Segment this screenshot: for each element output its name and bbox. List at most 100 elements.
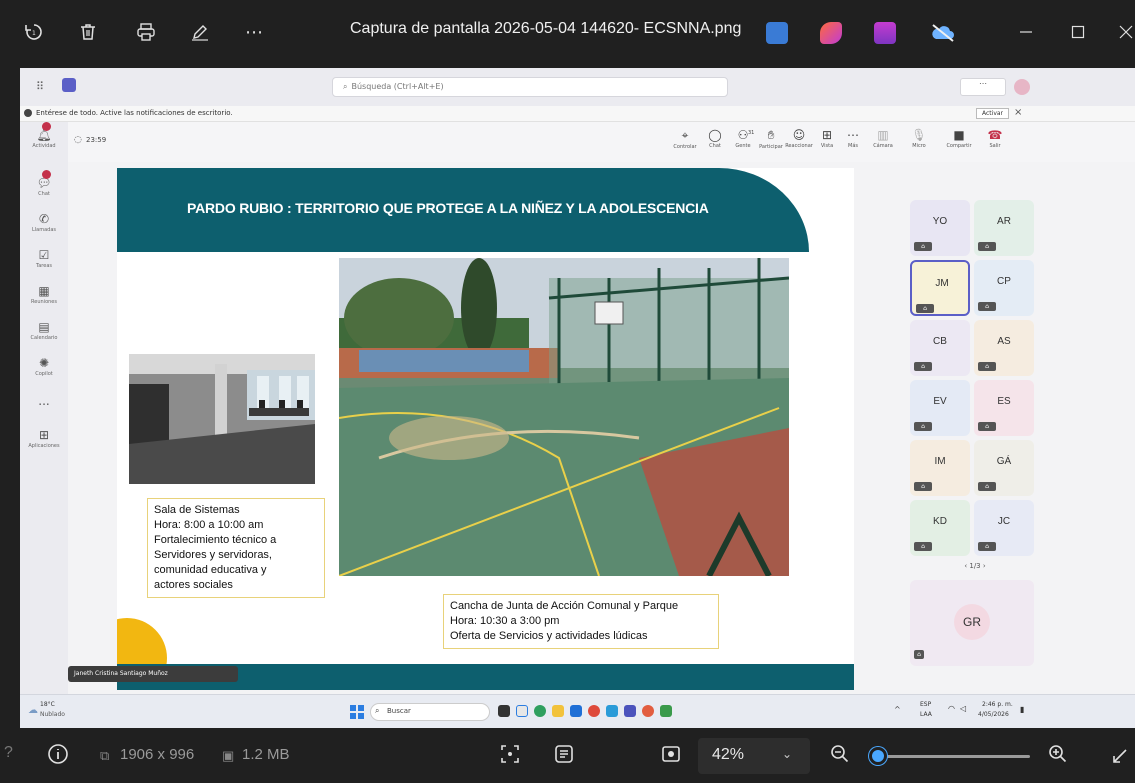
chevron-down-icon: ⌄	[782, 747, 793, 761]
app-icon-paint[interactable]	[766, 22, 788, 44]
sidebar-item-apps[interactable]: ⊞ Aplicaciones	[20, 428, 68, 449]
avatar[interactable]	[1014, 79, 1030, 95]
camera-button[interactable]: ▥ Cámara	[868, 128, 898, 149]
people-button[interactable]: ⚇ 31 Gente	[728, 128, 758, 149]
minimize-icon[interactable]	[1012, 18, 1040, 46]
close-icon[interactable]	[1116, 18, 1135, 46]
chevron-up-icon[interactable]: ^	[894, 705, 901, 714]
react-button[interactable]: ☺ Reaccionar	[784, 128, 814, 149]
edge-icon[interactable]	[534, 705, 546, 717]
participant-tile[interactable]: EV ⌂	[910, 380, 970, 436]
sports-court-photo	[339, 258, 789, 576]
participant-tile[interactable]: KD ⌂	[910, 500, 970, 556]
more-options-icon[interactable]: ⋯	[240, 18, 268, 46]
app-icon-clipchamp[interactable]	[874, 22, 896, 44]
copilot-icon[interactable]	[516, 705, 528, 717]
close-notification-icon[interactable]: ×	[1014, 107, 1022, 118]
chrome-icon[interactable]	[588, 705, 600, 717]
edit-icon[interactable]	[186, 18, 214, 46]
participant-tile[interactable]: AR ⌂	[974, 200, 1034, 256]
meeting-toolbar: ◌ 23:59 ⌖ Controlar ◯ Chat ⚇ 31 Gente ✋︎ Part…	[68, 122, 1135, 162]
zoom-in-icon[interactable]	[1046, 742, 1070, 766]
photos-icon[interactable]	[606, 705, 618, 717]
zoom-slider-thumb[interactable]	[869, 747, 887, 765]
participant-tile[interactable]: CP ⌂	[974, 260, 1034, 316]
participant-tile[interactable]: JC ⌂	[974, 500, 1034, 556]
zoom-level-dropdown[interactable]: 42% ⌄	[698, 738, 810, 774]
cloud-offline-icon[interactable]	[930, 22, 956, 44]
maximize-icon[interactable]	[1064, 18, 1092, 46]
rotate-icon[interactable]: 1	[20, 18, 48, 46]
teams-search-input[interactable]: ⌕ Búsqueda (Ctrl+Alt+E)	[332, 77, 728, 97]
calendar-icon: ▤	[38, 320, 50, 334]
windows-start-icon[interactable]	[350, 704, 364, 719]
zoom-out-icon[interactable]	[828, 742, 852, 766]
mic-off-icon: 🎙︎	[911, 128, 927, 142]
computer-room-photo	[129, 354, 315, 484]
gallery-pager[interactable]: ‹ 1/3 ›	[950, 562, 1000, 570]
sidebar-item-calls[interactable]: ✆ Llamadas	[20, 212, 68, 233]
leave-button[interactable]: ☎︎ Salir	[980, 128, 1010, 149]
sidebar-item-calendar[interactable]: ▤ Calendario	[20, 320, 68, 341]
share-button[interactable]: ■ Compartir	[944, 128, 974, 149]
meetings-icon: ▦	[38, 284, 50, 298]
sidebar-item-copilot[interactable]: ✺ Copilot	[20, 356, 68, 377]
print-icon[interactable]	[132, 18, 160, 46]
fit-to-window-icon[interactable]	[660, 743, 682, 765]
chat-button[interactable]: ◯ Chat	[700, 128, 730, 149]
participant-tile[interactable]: YO ⌂	[910, 200, 970, 256]
sidebar-item-meetings[interactable]: ▦ Reuniones	[20, 284, 68, 305]
participant-tile[interactable]: AS ⌂	[974, 320, 1034, 376]
participant-tile[interactable]: CB ⌂	[910, 320, 970, 376]
more-actions-button[interactable]: ⋯ Más	[838, 128, 868, 149]
caption-sports-court: Cancha de Junta de Acción Comunal y Parq…	[443, 594, 719, 649]
zoom-slider-track[interactable]	[870, 755, 1030, 758]
file-title: Captura de pantalla 2026-05-04 144620- E…	[350, 20, 742, 37]
participant-tile[interactable]: IM ⌂	[910, 440, 970, 496]
dimensions-icon: ⧉	[100, 748, 110, 763]
participant-tile[interactable]: JM ⌂	[910, 260, 970, 316]
control-button[interactable]: ⌖ Controlar	[670, 128, 700, 150]
face-detect-icon[interactable]	[498, 742, 522, 766]
wifi-icon[interactable]: ◠	[948, 704, 955, 713]
app-icon-designer[interactable]	[820, 22, 842, 44]
screenshot-image: ⠿ ⌕ Búsqueda (Ctrl+Alt+E) ⋯ Entérese de t…	[20, 68, 1135, 728]
activate-notifications-button[interactable]: Activar	[976, 108, 1010, 119]
search-icon: ⌕	[343, 82, 348, 91]
activity-badge	[42, 122, 51, 131]
search-icon: ⌕	[375, 706, 380, 715]
control-icon: ⌖	[681, 128, 689, 142]
app-icon[interactable]	[660, 705, 672, 717]
mic-off-icon: ⌂	[978, 242, 996, 251]
task-view-icon[interactable]	[498, 705, 510, 717]
volume-icon[interactable]: ◁	[960, 704, 966, 713]
participant-tile[interactable]: ES ⌂	[974, 380, 1034, 436]
chat-badge	[42, 170, 51, 179]
info-icon[interactable]	[46, 742, 70, 766]
mic-button[interactable]: 🎙︎ Micro	[904, 128, 934, 149]
windows-taskbar: ☁ 18°C Nublado Buscar ⌕ ^ ESP LAA ◠ ◁ 2:…	[20, 694, 1135, 728]
chevron-right-icon[interactable]: ›	[981, 562, 986, 570]
expand-icon[interactable]	[1110, 746, 1130, 766]
sidebar-item-tasks[interactable]: ☑ Tareas	[20, 248, 68, 269]
mic-off-icon: ⌂	[914, 362, 932, 371]
raise-hand-button[interactable]: ✋︎ Participar	[756, 128, 786, 150]
app-grid-icon[interactable]: ⠿	[36, 80, 44, 93]
delete-icon[interactable]	[74, 18, 102, 46]
viewer-status-bar: ? ⧉ 1906 x 996 ▣ 1.2 MB 42% ⌄	[0, 728, 1135, 783]
sidebar-item-chat[interactable]: 💬︎ Chat	[20, 176, 68, 197]
store-icon[interactable]	[570, 705, 582, 717]
file-explorer-icon[interactable]	[552, 705, 564, 717]
featured-participant-tile[interactable]: GR ⌂	[910, 580, 1034, 666]
sidebar-item-more[interactable]: ...	[20, 394, 68, 408]
app-icon[interactable]	[642, 705, 654, 717]
teams-icon[interactable]	[624, 705, 636, 717]
svg-text:1: 1	[32, 30, 36, 37]
taskbar-search[interactable]: Buscar	[370, 703, 490, 721]
ocr-text-icon[interactable]	[552, 742, 576, 766]
notification-icon[interactable]: ▮	[1020, 705, 1024, 714]
more-button[interactable]: ⋯	[960, 78, 1006, 96]
participant-tile[interactable]: GÁ ⌂	[974, 440, 1034, 496]
caption-computer-room: Sala de Sistemas Hora: 8:00 a 10:00 am F…	[147, 498, 325, 598]
sidebar-item-activity[interactable]: 🔔︎ Actividad	[20, 128, 68, 149]
